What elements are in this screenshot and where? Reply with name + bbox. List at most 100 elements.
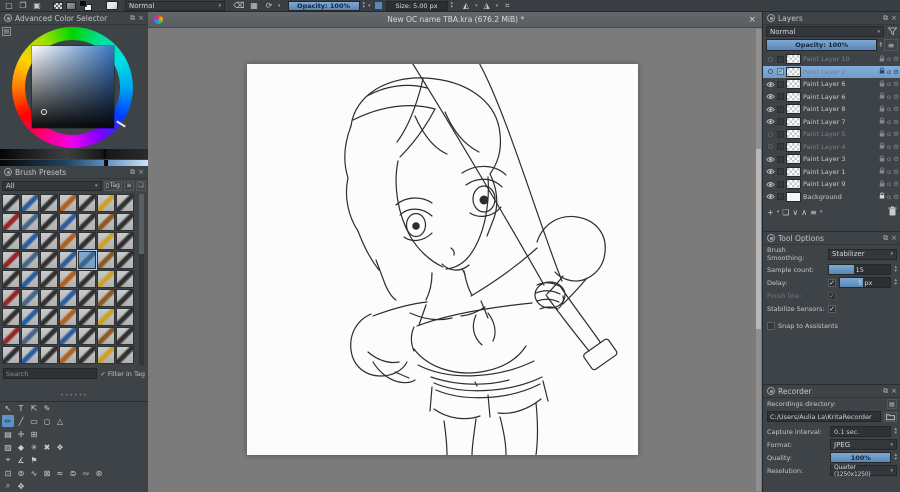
alpha-lock-icon[interactable]: α: [887, 93, 891, 101]
brush-preset-thumbnail[interactable]: [59, 194, 77, 212]
layer-visibility-icon[interactable]: [765, 56, 775, 63]
mirror-horizontal-icon[interactable]: ◭: [460, 1, 472, 11]
lock-icon[interactable]: [879, 130, 885, 139]
brush-preset-thumbnail[interactable]: [78, 308, 96, 326]
layer-row[interactable]: Paint Layer 3 α ⚙: [763, 153, 900, 166]
brush-preset-thumbnail[interactable]: [40, 327, 58, 345]
lock-icon[interactable]: [879, 117, 885, 126]
alpha-lock-icon[interactable]: α: [887, 193, 891, 201]
layer-opacity-slider[interactable]: Opacity: 100%: [766, 39, 878, 51]
delay-stepper[interactable]: ▴ ▾: [894, 278, 897, 286]
brush-preset-thumbnail[interactable]: [21, 308, 39, 326]
brush-preset-thumbnail[interactable]: [40, 289, 58, 307]
alpha-lock-icon[interactable]: α: [887, 155, 891, 163]
brush-preset-thumbnail[interactable]: [78, 213, 96, 231]
polygon-select-tool-icon[interactable]: ⊠: [41, 467, 53, 479]
line-tool-icon[interactable]: ╱: [15, 415, 27, 427]
chevron-down-icon[interactable]: ▾: [820, 209, 823, 215]
brush-preset-thumbnail[interactable]: [2, 308, 20, 326]
canvas[interactable]: [247, 64, 638, 455]
layer-settings-icon[interactable]: ⚙: [893, 143, 899, 151]
close-document-icon[interactable]: ×: [748, 15, 756, 25]
layer-select-checkbox[interactable]: [777, 55, 784, 63]
lock-icon[interactable]: [879, 167, 885, 176]
save-document-icon[interactable]: ▣: [31, 1, 43, 11]
brush-preset-thumbnail[interactable]: [59, 232, 77, 250]
layer-row[interactable]: Paint Layer 9 α ⚙: [763, 178, 900, 191]
brush-preset-thumbnail[interactable]: [40, 270, 58, 288]
chevron-down-icon[interactable]: ▾: [496, 3, 499, 9]
brush-preset-thumbnail[interactable]: [97, 289, 115, 307]
brush-preset-thumbnail[interactable]: [97, 308, 115, 326]
brush-preset-thumbnail[interactable]: [21, 251, 39, 269]
delay-slider[interactable]: 5 px: [839, 277, 892, 288]
layer-settings-icon[interactable]: ⚙: [893, 130, 899, 138]
layer-visibility-icon[interactable]: [765, 68, 775, 75]
brush-preset-thumbnail[interactable]: [40, 346, 58, 364]
presets-menu-button[interactable]: ≡: [124, 180, 134, 191]
brush-search-input[interactable]: [3, 368, 98, 379]
layer-select-checkbox[interactable]: [777, 105, 784, 113]
stabilize-sensors-checkbox[interactable]: ✓: [828, 304, 836, 313]
crop-tool-icon[interactable]: ⊞: [28, 428, 40, 440]
reload-preset-icon[interactable]: ⟳: [263, 1, 275, 11]
brush-editor-button[interactable]: [106, 1, 118, 11]
brush-preset-thumbnail[interactable]: [97, 213, 115, 231]
brush-preset-thumbnail[interactable]: [97, 327, 115, 345]
brush-preset-thumbnail[interactable]: [59, 289, 77, 307]
lock-icon[interactable]: [879, 80, 885, 89]
fill-tool-icon[interactable]: ▨: [2, 441, 14, 453]
sample-count-stepper[interactable]: ▴ ▾: [894, 265, 897, 273]
brush-preset-thumbnail[interactable]: [78, 270, 96, 288]
calligraphy-tool-icon[interactable]: ✎: [41, 402, 53, 414]
layer-visibility-icon[interactable]: [765, 193, 775, 200]
finish-line-checkbox[interactable]: ✓: [828, 291, 836, 300]
tag-button[interactable]: ▯ Tag: [103, 180, 122, 191]
layer-settings-icon[interactable]: ⚙: [893, 105, 899, 113]
alpha-lock-icon[interactable]: α: [887, 168, 891, 176]
brush-preset-thumbnail[interactable]: [2, 232, 20, 250]
brush-preset-thumbnail[interactable]: [40, 232, 58, 250]
brush-preset-thumbnail[interactable]: [21, 213, 39, 231]
float-panel-icon[interactable]: ⧉: [883, 387, 888, 395]
close-panel-icon[interactable]: ×: [891, 234, 897, 242]
layer-visibility-icon[interactable]: [765, 143, 775, 150]
brush-preset-thumbnail[interactable]: [59, 327, 77, 345]
brush-preset-thumbnail[interactable]: [2, 270, 20, 288]
similar-select-tool-icon[interactable]: ≈: [54, 467, 66, 479]
layer-visibility-icon[interactable]: [765, 81, 775, 88]
brush-preset-thumbnail[interactable]: [78, 289, 96, 307]
export-recording-icon[interactable]: ▤: [887, 399, 897, 409]
layer-visibility-icon[interactable]: [765, 118, 775, 125]
brush-preset-thumbnail[interactable]: [116, 308, 134, 326]
layer-opacity-stepper[interactable]: ▴ ▾: [879, 40, 882, 49]
edit-shapes-tool-icon[interactable]: ⇱: [28, 402, 40, 414]
lock-icon[interactable]: [879, 180, 885, 189]
brush-preset-thumbnail[interactable]: [78, 346, 96, 364]
assistants-tool-icon[interactable]: ⚑: [28, 454, 40, 466]
brush-preset-thumbnail[interactable]: [59, 213, 77, 231]
chevron-down-icon[interactable]: ▾: [278, 3, 281, 9]
polygon-tool-icon[interactable]: △: [54, 415, 66, 427]
splitter-handle[interactable]: ••••••: [60, 392, 87, 399]
layer-row[interactable]: Background α ⚙: [763, 191, 900, 204]
add-layer-button[interactable]: +: [767, 208, 774, 217]
brush-preset-thumbnail[interactable]: [21, 270, 39, 288]
brush-preset-thumbnail[interactable]: [97, 346, 115, 364]
lock-icon[interactable]: [879, 142, 885, 151]
brush-preset-thumbnail[interactable]: [2, 213, 20, 231]
ellipse-select-tool-icon[interactable]: ⊚: [15, 467, 27, 479]
capture-interval-stepper[interactable]: ▴ ▾: [894, 427, 897, 435]
layer-select-checkbox[interactable]: ✓: [777, 68, 784, 76]
layer-select-checkbox[interactable]: [777, 80, 784, 88]
move-layer-down-button[interactable]: ∨: [792, 208, 798, 217]
layer-select-checkbox[interactable]: [777, 118, 784, 126]
layer-row[interactable]: Paint Layer 1 α ⚙: [763, 166, 900, 179]
layer-select-checkbox[interactable]: [777, 143, 784, 151]
brush-preset-thumbnail[interactable]: [2, 346, 20, 364]
opacity-slider[interactable]: Opacity: 100%: [287, 0, 360, 11]
brush-preset-thumbnail[interactable]: [59, 308, 77, 326]
layer-visibility-icon[interactable]: [765, 93, 775, 100]
layer-settings-icon[interactable]: ⚙: [893, 155, 899, 163]
fg-bg-color-swatch[interactable]: [79, 0, 92, 11]
